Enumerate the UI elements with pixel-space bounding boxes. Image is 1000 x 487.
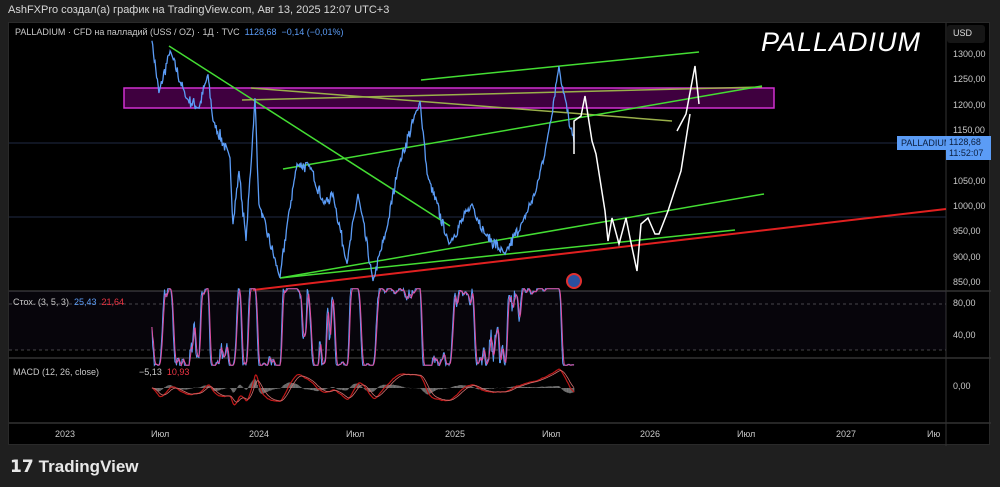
chart-area[interactable]: PALLADIUM · CFD на палладий (USS / OZ) ·… — [8, 22, 991, 446]
price-axis-label: 1050,00 — [953, 175, 986, 186]
time-axis-label: Июл — [346, 429, 365, 439]
price-axis-label: 950,00 — [953, 226, 981, 237]
price-change: −0,14 (−0,01%) — [281, 27, 344, 37]
price-axis-label: 1250,00 — [953, 74, 986, 85]
stoch-label: Стох. (3, 5, 3) — [13, 297, 69, 307]
time-axis-label: Июл — [737, 429, 756, 439]
macd-axis-label: 0,00 — [953, 381, 971, 391]
time-axis-label: Ию — [927, 429, 941, 439]
stoch-axis-label: 40,00 — [953, 330, 976, 340]
price-axis-label: 900,00 — [953, 251, 981, 262]
time-axis-label: 2023 — [55, 429, 76, 439]
stoch-band-fill — [9, 291, 946, 350]
price-axis-label: 1300,00 — [953, 49, 986, 59]
author-line: AshFXPro создал(а) график на TradingView… — [8, 4, 390, 16]
channel-lower-line — [279, 193, 765, 279]
time-axis-label: 2024 — [249, 429, 270, 439]
macd-signal: 10,93 — [166, 367, 190, 377]
price-axis-label: 850,00 — [953, 277, 981, 287]
macd-label: MACD (12, 26, close) — [13, 367, 100, 377]
time-axis-label: 2026 — [640, 429, 661, 439]
price-axis-label: 1200,00 — [953, 99, 986, 110]
price-line — [151, 40, 575, 282]
symbol-legend[interactable]: PALLADIUM · CFD на палладий (USS / OZ) ·… — [15, 27, 344, 37]
stoch-k: 25,43 — [73, 297, 97, 307]
tradingview-logo[interactable]: 𝟭𝟳 TradingView — [10, 457, 139, 477]
logo-text: TradingView — [38, 457, 139, 476]
time-axis-label: Июл — [542, 429, 561, 439]
price-axis-label: 1000,00 — [953, 201, 986, 211]
time-axis-label: Июл — [151, 429, 170, 439]
price-axis-label: 1150,00 — [953, 125, 985, 135]
red-support-line — [252, 208, 947, 291]
resistance-zone — [123, 87, 775, 109]
price-badge: 1128,68 11:52:07 — [946, 136, 991, 160]
us-flag-event-icon[interactable] — [566, 273, 582, 289]
macd-value: −5,13 — [139, 367, 162, 377]
stoch-legend[interactable]: Стох. (3, 5, 3) 25,43 21,64 — [13, 297, 124, 307]
tv-logo-icon: 𝟭𝟳 — [10, 457, 34, 476]
badge-price: 1128,68 — [949, 137, 981, 147]
badge-timer: 11:52:07 — [949, 148, 984, 158]
chart-canvas[interactable] — [9, 23, 991, 446]
time-axis-label: 2025 — [445, 429, 466, 439]
time-axis-label: 2027 — [836, 429, 857, 439]
stoch-d: 21,64 — [101, 297, 125, 307]
macd-legend[interactable]: MACD (12, 26, close) −5,13 10,93 — [13, 367, 189, 377]
macd-signal-line — [151, 370, 575, 403]
overlay-title: PALLADIUM — [760, 27, 921, 57]
last-price: 1128,68 — [244, 27, 277, 37]
currency-button[interactable]: USD — [947, 25, 985, 43]
symbol-name: PALLADIUM · CFD на палладий (USS / OZ) ·… — [15, 27, 240, 37]
stoch-axis-label: 80,00 — [953, 298, 976, 308]
